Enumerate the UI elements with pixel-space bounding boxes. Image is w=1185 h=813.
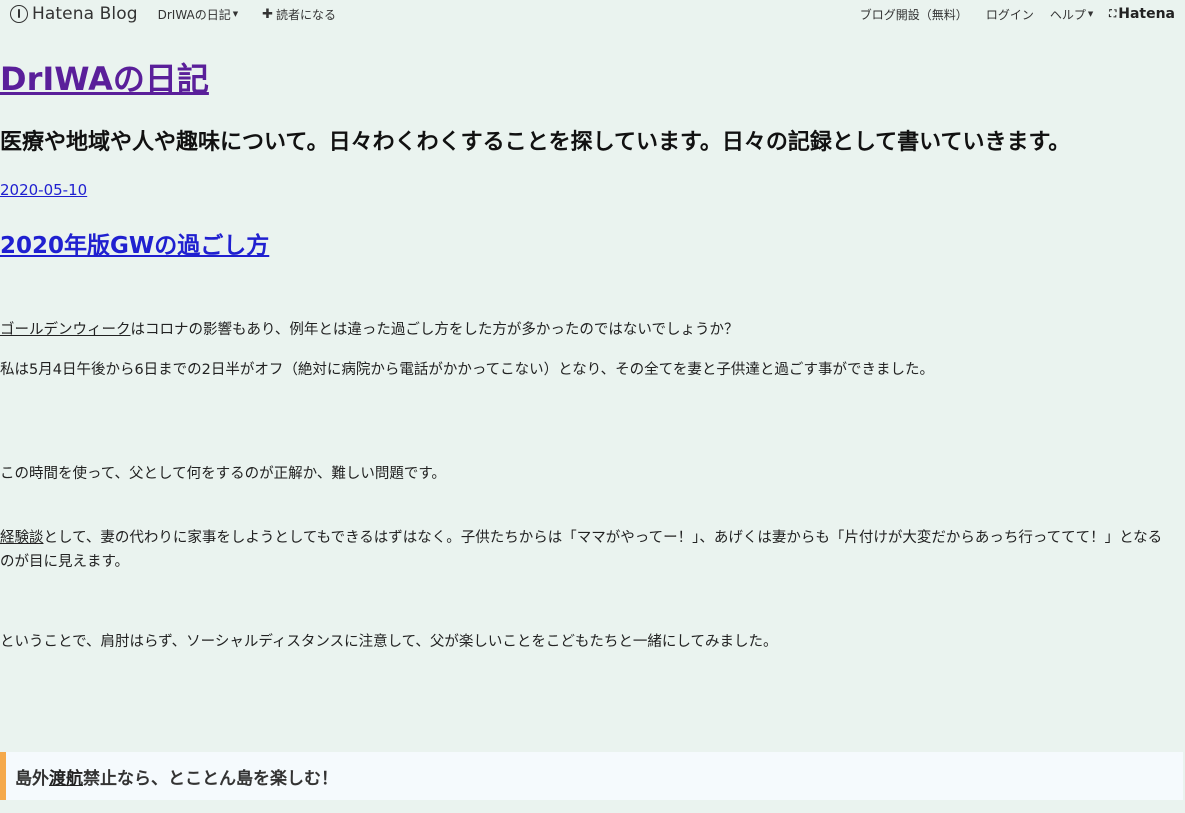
keyword-link[interactable]: 渡航	[49, 769, 83, 789]
entry-paragraph: 経験談として、妻の代わりに家事をしようとしてもできるはずはなく。子供たちからは「…	[0, 526, 1175, 574]
hatena-label: Hatena	[1118, 6, 1175, 22]
login-link[interactable]: ログイン	[986, 6, 1034, 23]
plus-icon: ✚	[262, 6, 274, 22]
blog-menu[interactable]: DrIWAの日記 ▼	[158, 6, 239, 23]
caret-down-icon: ▼	[1087, 10, 1094, 18]
logo-text: Hatena Blog	[32, 4, 138, 24]
entry-paragraph: ゴールデンウィークはコロナの影響もあり、例年とは違った過ごし方をした方が多かった…	[0, 318, 1175, 342]
entry-paragraph: ということで、肩肘はらず、ソーシャルディスタンスに注意して、父が楽しいことをこど…	[0, 634, 778, 650]
entry-date-link[interactable]: 2020-05-10	[0, 181, 87, 199]
keyword-link[interactable]: 経験談	[0, 530, 44, 546]
keyword-link[interactable]: ゴールデンウィーク	[0, 322, 131, 338]
open-blog-link[interactable]: ブログ開設（無料）	[860, 6, 968, 23]
login-label: ログイン	[985, 7, 1034, 22]
blog-description: 医療や地域や人や趣味について。日々わくわくすることを探しています。日々の記録とし…	[0, 130, 1071, 155]
section-heading-text: 島外渡航禁止なら、とことん島を楽しむ！	[15, 764, 338, 789]
global-header: Hatena Blog DrIWAの日記 ▼ ✚ 読者になる ブログ開設（無料）…	[0, 0, 1185, 28]
subscribe-button[interactable]: ✚ 読者になる	[262, 6, 336, 23]
hatena-blog-logo-icon	[10, 5, 28, 23]
blog-title-link[interactable]: DrIWAの日記	[0, 54, 209, 100]
entry-paragraph: この時間を使って、父として何をするのが正解か、難しい問題です。	[0, 466, 446, 482]
section-text: 禁止なら、とことん島を楽しむ！	[83, 768, 338, 789]
subscribe-label: 読者になる	[276, 7, 337, 22]
help-menu[interactable]: ヘルプ ▼	[1050, 6, 1093, 23]
help-label: ヘルプ	[1049, 7, 1086, 22]
entry-title-link[interactable]: 2020年版GWの過ごし方	[0, 226, 269, 260]
hatena-blog-logo[interactable]: Hatena Blog	[10, 4, 138, 24]
caret-down-icon: ▼	[232, 10, 239, 18]
hatena-hat-icon: ⛶	[1109, 8, 1117, 20]
section-heading: 島外渡航禁止なら、とことん島を楽しむ！	[0, 752, 1183, 800]
blog-menu-label: DrIWAの日記	[157, 7, 231, 22]
section-text: 島外	[15, 768, 49, 789]
paragraph-text: として、妻の代わりに家事をしようとしてもできるはずはなく。子供たちからは「ママが…	[0, 530, 1163, 570]
paragraph-text: はコロナの影響もあり、例年とは違った過ごし方をした方が多かったのではないでしょう…	[130, 322, 739, 338]
entry-paragraph: 私は5月4日午後から6日までの2日半がオフ（絶対に病院から電話がかかってこない）…	[0, 362, 935, 378]
open-blog-label: ブログ開設（無料）	[859, 7, 968, 22]
hatena-logo[interactable]: ⛶ Hatena	[1109, 6, 1175, 22]
